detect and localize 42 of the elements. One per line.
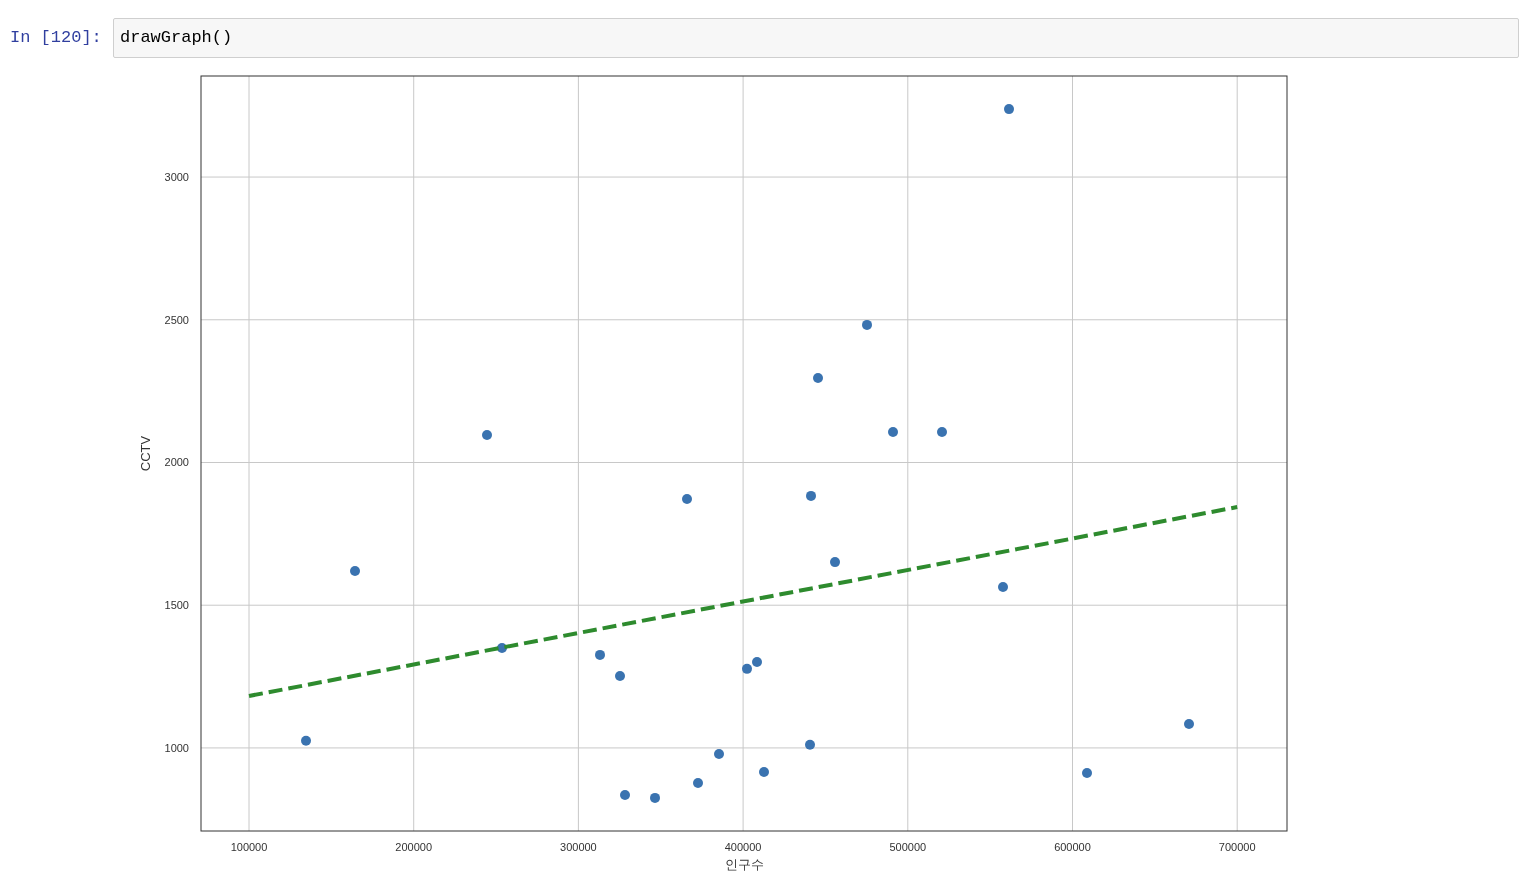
data-point <box>742 663 752 674</box>
tick-label: 100000 <box>230 841 268 853</box>
data-point <box>813 373 823 383</box>
data-point <box>693 778 703 789</box>
data-point <box>615 671 625 681</box>
data-point <box>1184 718 1194 729</box>
data-point <box>1082 768 1092 779</box>
data-point <box>1004 104 1014 115</box>
data-point <box>759 766 769 777</box>
tick-label: 600000 <box>1054 841 1091 853</box>
data-point <box>805 739 815 750</box>
data-point <box>752 657 762 667</box>
code-text: drawGraph() <box>120 28 233 47</box>
data-point <box>682 494 692 505</box>
y-axis-label: CCTV <box>138 435 153 472</box>
data-point <box>497 643 507 654</box>
data-point <box>650 792 660 803</box>
data-point <box>620 790 630 801</box>
tick-label: 500000 <box>889 841 927 853</box>
data-point <box>998 581 1008 592</box>
tick-label: 2500 <box>164 313 189 326</box>
tick-label: 700000 <box>1218 841 1256 853</box>
tick-label: 1500 <box>164 599 189 612</box>
data-point <box>888 426 898 437</box>
tick-label: 1000 <box>164 741 189 754</box>
data-point <box>350 565 360 576</box>
data-point <box>862 319 872 330</box>
tick-label: 3000 <box>164 171 189 184</box>
data-point <box>482 430 492 441</box>
data-point <box>714 748 724 759</box>
tick-label: 300000 <box>560 841 597 853</box>
input-prompt: In [120]: <box>9 27 103 47</box>
tick-label: 2000 <box>164 456 189 469</box>
x-axis-label: 인구수 <box>724 857 764 872</box>
tick-label: 400000 <box>724 841 762 853</box>
data-point <box>595 649 605 660</box>
code-cell[interactable]: drawGraph() <box>113 18 1519 58</box>
data-point <box>301 735 311 746</box>
data-point <box>830 557 840 568</box>
data-point <box>806 490 816 501</box>
tick-label: 200000 <box>395 841 433 853</box>
data-point <box>937 426 947 437</box>
